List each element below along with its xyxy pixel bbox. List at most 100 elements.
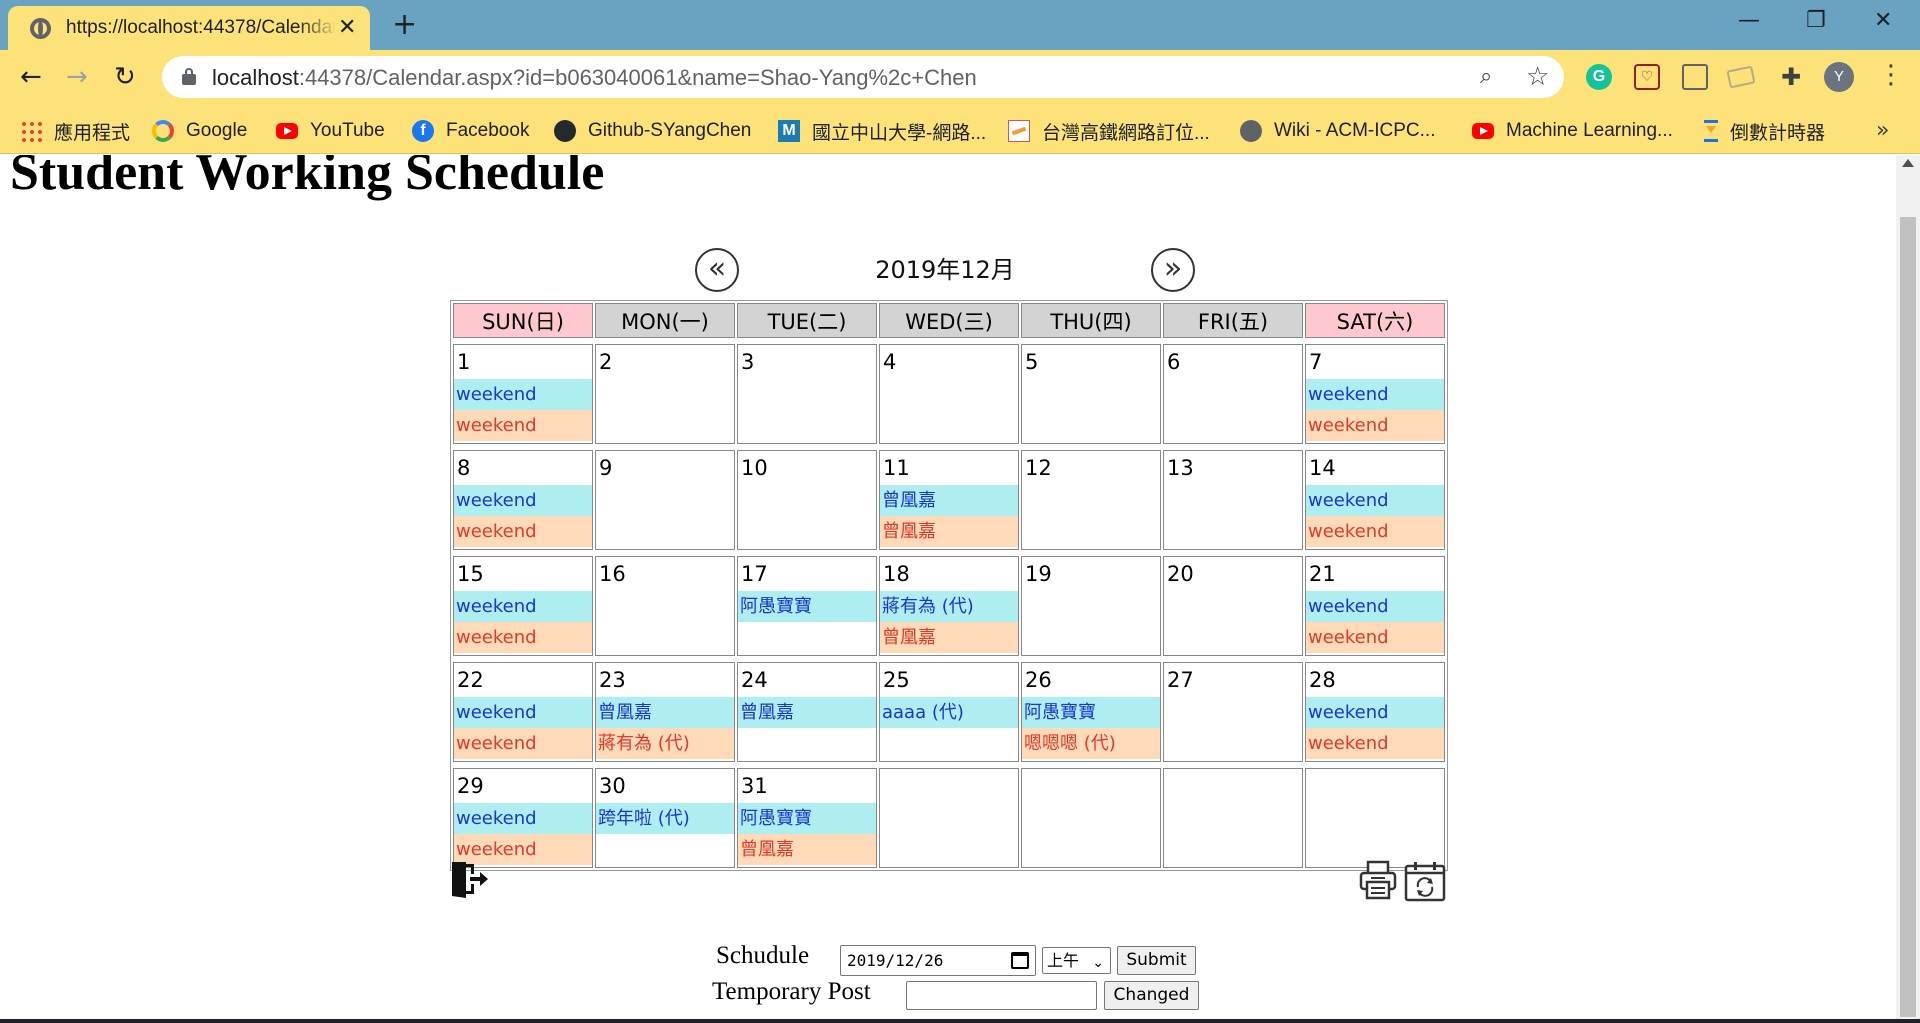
pm-shift-entry[interactable]: weekend	[454, 622, 592, 653]
pm-shift-entry[interactable]: 嗯嗯嗯 (代)	[1022, 728, 1160, 759]
am-shift-entry[interactable]: weekend	[454, 803, 592, 834]
extensions-puzzle-icon[interactable]: ✚	[1778, 64, 1804, 90]
am-shift-entry[interactable]: aaaa (代)	[880, 697, 1018, 728]
schedule-date-input[interactable]: 2019/12/26	[840, 945, 1036, 976]
ampm-select[interactable]: 上午 ⌄	[1042, 947, 1111, 974]
bookmark-youtube[interactable]: YouTube	[276, 116, 385, 146]
calendar-day-cell[interactable]: 31 阿愚寶寶 曾凰嘉	[737, 768, 877, 868]
grammarly-extension-icon[interactable]: G	[1586, 64, 1612, 90]
pm-shift-entry[interactable]: weekend	[1306, 728, 1444, 759]
url-text[interactable]: localhost:44378/Calendar.aspx?id=b063040…	[212, 65, 977, 91]
restore-button[interactable]: ❐	[1806, 6, 1826, 36]
calendar-day-cell[interactable]: 10	[737, 450, 877, 550]
pm-shift-entry[interactable]: 曾凰嘉	[880, 516, 1018, 547]
submit-button[interactable]: Submit	[1117, 946, 1196, 975]
am-shift-entry[interactable]: 曾凰嘉	[596, 697, 734, 728]
bookmark-wiki[interactable]: Wiki - ACM-ICPC...	[1240, 116, 1436, 146]
close-window-button[interactable]: ✕	[1874, 6, 1892, 36]
calendar-day-cell[interactable]: 8 weekend weekend	[453, 450, 593, 550]
pm-shift-entry[interactable]: 曾凰嘉	[738, 834, 876, 865]
prev-month-button[interactable]: «	[695, 248, 739, 292]
am-shift-entry[interactable]: weekend	[1306, 485, 1444, 516]
calendar-day-cell[interactable]: 25 aaaa (代)	[879, 662, 1019, 762]
forward-button[interactable]: →	[66, 62, 88, 92]
calendar-day-cell[interactable]: 2	[595, 344, 735, 444]
bookmark-star-icon[interactable]: ☆	[1526, 62, 1549, 92]
calendar-day-cell[interactable]: 20	[1163, 556, 1303, 656]
calendar-picker-icon[interactable]	[1011, 952, 1029, 969]
printer-icon[interactable]	[1358, 860, 1398, 900]
calendar-day-cell[interactable]: 7 weekend weekend	[1305, 344, 1445, 444]
am-shift-entry[interactable]: 阿愚寶寶	[738, 803, 876, 834]
am-shift-entry[interactable]: weekend	[1306, 379, 1444, 410]
calendar-day-cell[interactable]: 1 weekend weekend	[453, 344, 593, 444]
calendar-day-cell[interactable]: 23 曾凰嘉 蔣有為 (代)	[595, 662, 735, 762]
calendar-day-cell[interactable]: 18 蔣有為 (代) 曾凰嘉	[879, 556, 1019, 656]
calendar-day-cell[interactable]	[879, 768, 1019, 868]
am-shift-entry[interactable]: 阿愚寶寶	[1022, 697, 1160, 728]
calendar-day-cell[interactable]	[1021, 768, 1161, 868]
bookmark-apps[interactable]: 應用程式	[20, 116, 130, 146]
calendar-day-cell[interactable]: 27	[1163, 662, 1303, 762]
calendar-day-cell[interactable]: 4	[879, 344, 1019, 444]
am-shift-entry[interactable]: 曾凰嘉	[738, 697, 876, 728]
address-bar[interactable]: localhost:44378/Calendar.aspx?id=b063040…	[162, 56, 1564, 98]
bookmark-google[interactable]: Google	[152, 116, 247, 146]
next-month-button[interactable]: »	[1151, 248, 1195, 292]
scrollbar-thumb[interactable]	[1900, 217, 1916, 1017]
bookmark-ml[interactable]: Machine Learning...	[1472, 116, 1673, 146]
pm-shift-entry[interactable]: weekend	[454, 410, 592, 441]
bookmark-thsr[interactable]: 台灣高鐵網路訂位...	[1008, 116, 1210, 146]
am-shift-entry[interactable]: weekend	[454, 485, 592, 516]
am-shift-entry[interactable]: weekend	[1306, 697, 1444, 728]
am-shift-entry[interactable]: weekend	[454, 591, 592, 622]
am-shift-entry[interactable]: 蔣有為 (代)	[880, 591, 1018, 622]
calendar-day-cell[interactable]	[1163, 768, 1303, 868]
profile-avatar[interactable]: Y	[1824, 62, 1854, 92]
back-button[interactable]: ←	[20, 62, 42, 92]
calendar-day-cell[interactable]: 21 weekend weekend	[1305, 556, 1445, 656]
calendar-day-cell[interactable]: 9	[595, 450, 735, 550]
more-bookmarks-icon[interactable]: »	[1876, 118, 1889, 143]
close-tab-icon[interactable]: ✕	[338, 15, 356, 41]
calendar-day-cell[interactable]: 30 跨年啦 (代)	[595, 768, 735, 868]
temporary-post-input[interactable]	[906, 981, 1097, 1010]
new-tab-button[interactable]: +	[392, 8, 417, 42]
changed-button[interactable]: Changed	[1104, 981, 1199, 1010]
bookmark-github[interactable]: Github-SYangChen	[554, 116, 751, 146]
logout-icon[interactable]	[450, 860, 490, 898]
calendar-sync-icon[interactable]	[1404, 860, 1446, 902]
pocket-extension-icon[interactable]: ♡	[1634, 64, 1660, 90]
zoom-icon[interactable]: ⌕	[1480, 64, 1492, 89]
calendar-day-cell[interactable]: 28 weekend weekend	[1305, 662, 1445, 762]
bookmark-timer[interactable]: 倒數計時器	[1704, 116, 1825, 146]
am-shift-entry[interactable]: 阿愚寶寶	[738, 591, 876, 622]
am-shift-entry[interactable]: weekend	[454, 379, 592, 410]
calendar-day-cell[interactable]: 15 weekend weekend	[453, 556, 593, 656]
calendar-day-cell[interactable]: 6	[1163, 344, 1303, 444]
calendar-day-cell[interactable]: 24 曾凰嘉	[737, 662, 877, 762]
calendar-day-cell[interactable]	[1305, 768, 1445, 868]
bookmark-nsysu[interactable]: M 國立中山大學-網路...	[778, 116, 986, 146]
reload-button[interactable]: ↻	[114, 62, 136, 92]
calendar-day-cell[interactable]: 19	[1021, 556, 1161, 656]
am-shift-entry[interactable]: weekend	[454, 697, 592, 728]
pm-shift-entry[interactable]: weekend	[454, 728, 592, 759]
pm-shift-entry[interactable]: weekend	[1306, 516, 1444, 547]
calendar-day-cell[interactable]: 5	[1021, 344, 1161, 444]
minimize-button[interactable]: —	[1738, 6, 1760, 36]
pm-shift-entry[interactable]: weekend	[1306, 410, 1444, 441]
calendar-day-cell[interactable]: 12	[1021, 450, 1161, 550]
page-scrollbar[interactable]	[1896, 155, 1920, 1020]
am-shift-entry[interactable]: 跨年啦 (代)	[596, 803, 734, 834]
scroll-up-arrow[interactable]	[1902, 159, 1914, 167]
calendar-day-cell[interactable]: 29 weekend weekend	[453, 768, 593, 868]
pm-shift-entry[interactable]: 曾凰嘉	[880, 622, 1018, 653]
calendar-day-cell[interactable]: 13	[1163, 450, 1303, 550]
am-shift-entry[interactable]: 曾凰嘉	[880, 485, 1018, 516]
cast-extension-icon[interactable]	[1682, 64, 1708, 90]
pm-shift-entry[interactable]: 蔣有為 (代)	[596, 728, 734, 759]
browser-tab[interactable]: https://localhost:44378/Calendar.aspx?id…	[8, 6, 370, 50]
am-shift-entry[interactable]: weekend	[1306, 591, 1444, 622]
lock-icon[interactable]	[182, 68, 196, 85]
